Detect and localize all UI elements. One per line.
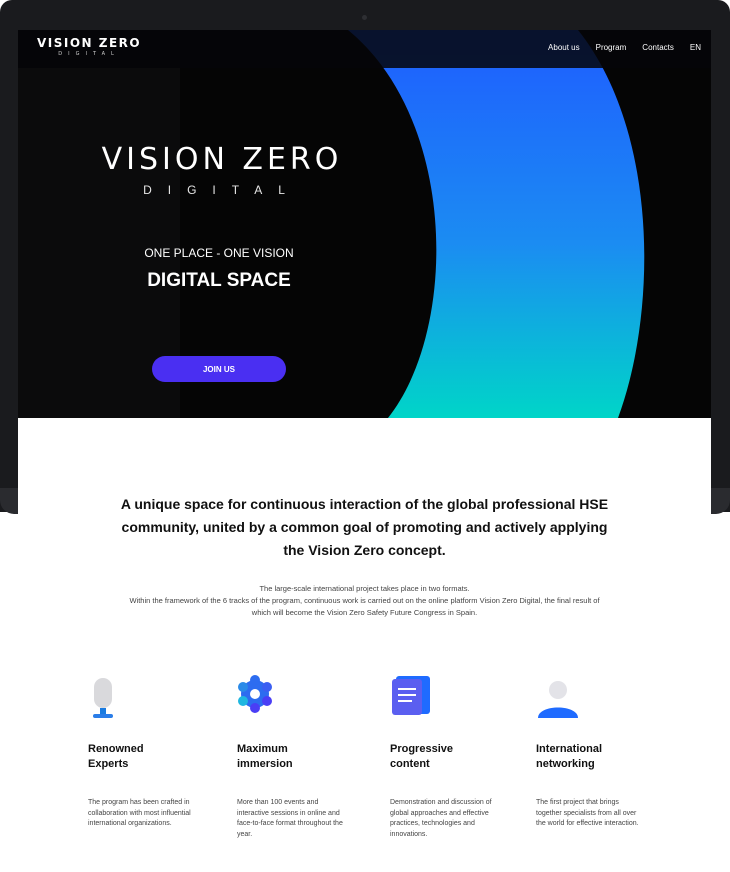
- hero-arc-graphic: [348, 30, 645, 418]
- hero-logo: VISION ZERO DIGITAL: [92, 142, 352, 197]
- gear-icon: [237, 670, 277, 720]
- feature-text: The program has been crafted in collabor…: [88, 799, 191, 827]
- join-us-button[interactable]: JOIN US: [152, 356, 286, 382]
- feature-text: Demonstration and discussion of global a…: [390, 799, 492, 838]
- nav-logo-main: VISION ZERO: [37, 36, 142, 50]
- nav-logo-sub: DIGITAL: [58, 51, 120, 57]
- hero-tagline: ONE PLACE - ONE VISION: [144, 246, 294, 260]
- feature-progressive-content: Progressive content Demonstration and di…: [390, 670, 510, 840]
- intro-description: The large-scale international project ta…: [128, 583, 601, 619]
- nav-links: About us Program Contacts EN: [548, 43, 701, 52]
- hero-section: VISION ZERO DIGITAL About us Program Con…: [18, 30, 711, 418]
- intro-description-line2: Within the framework of the 6 tracks of …: [129, 596, 600, 617]
- feature-title: International networking: [536, 743, 603, 770]
- document-icon: [390, 670, 430, 720]
- hero-headline: DIGITAL SPACE: [147, 270, 291, 291]
- nav-link-about[interactable]: About us: [548, 43, 580, 52]
- camera-dot: [362, 15, 367, 20]
- website-screen: VISION ZERO DIGITAL About us Program Con…: [18, 30, 711, 872]
- feature-maximum-immersion: Maximum immersion More than 100 events a…: [237, 670, 357, 840]
- feature-title: Maximum immersion: [237, 743, 293, 770]
- laptop-mockup: VISION ZERO DIGITAL About us Program Con…: [0, 0, 730, 872]
- microphone-icon: [88, 670, 128, 720]
- person-icon: [536, 670, 578, 720]
- feature-title: Renowned Experts: [88, 743, 144, 770]
- intro-heading: A unique space for continuous interactio…: [120, 496, 609, 558]
- intro-description-line1: The large-scale international project ta…: [259, 584, 470, 593]
- feature-title: Progressive content: [390, 743, 453, 770]
- feature-text: The first project that brings together s…: [536, 799, 639, 827]
- nav-link-program[interactable]: Program: [596, 43, 627, 52]
- feature-renowned-experts: Renowned Experts The program has been cr…: [88, 670, 208, 830]
- language-switch[interactable]: EN: [690, 43, 701, 52]
- top-nav: VISION ZERO DIGITAL About us Program Con…: [18, 30, 711, 68]
- nav-link-contacts[interactable]: Contacts: [642, 43, 674, 52]
- feature-text: More than 100 events and interactive ses…: [237, 799, 343, 838]
- hero-logo-main: VISION ZERO: [101, 142, 343, 177]
- nav-logo[interactable]: VISION ZERO DIGITAL: [37, 36, 141, 57]
- feature-international-networking: International networking The first proje…: [536, 670, 656, 830]
- hero-logo-sub: DIGITAL: [143, 183, 301, 197]
